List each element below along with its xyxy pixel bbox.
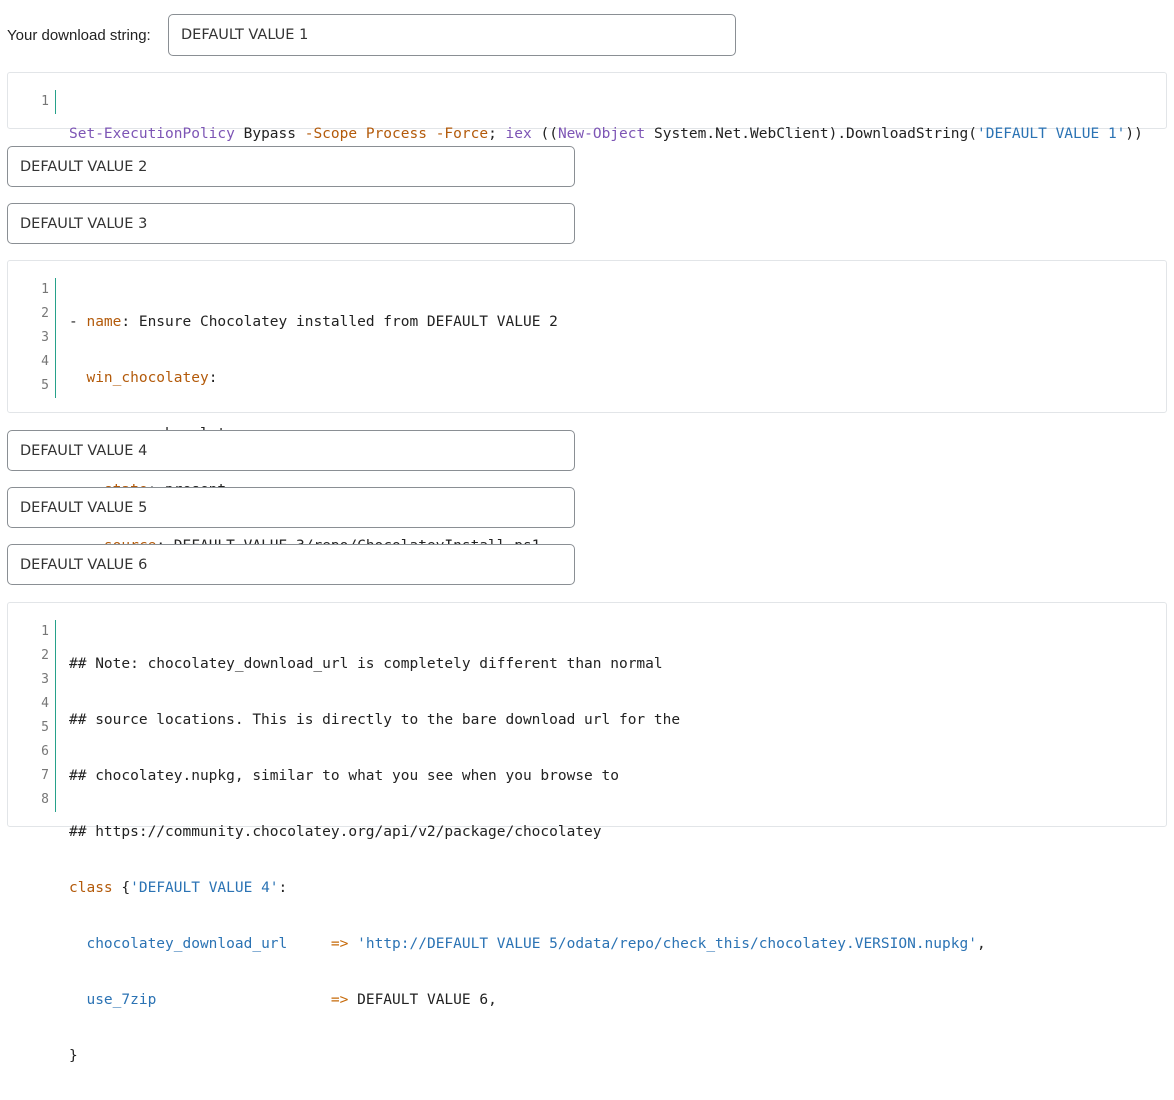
- code-line: - name: Ensure Chocolatey installed from…: [69, 310, 558, 334]
- puppet-code-block: 1 2 3 4 5 6 7 8 ## Note: chocolatey_down…: [7, 602, 1167, 1064]
- line-number: 3: [41, 672, 49, 687]
- powershell-code-block: 1 Set-ExecutionPolicy Bypass -Scope Proc…: [7, 72, 1167, 142]
- value4-input[interactable]: [7, 430, 575, 471]
- download-string-row: Your download string:: [7, 14, 151, 56]
- download-string-input[interactable]: [168, 14, 736, 56]
- code-token: 'http://DEFAULT VALUE 5/odata/repo/check…: [357, 936, 977, 952]
- download-string-label: Your download string:: [7, 26, 151, 44]
- code-token: Process: [365, 126, 427, 142]
- code-token: 'DEFAULT VALUE 4': [130, 880, 279, 896]
- code-token: :: [208, 370, 218, 386]
- line-number: 8: [41, 792, 49, 807]
- code-token: chocolatey_download_url: [86, 936, 288, 952]
- code-token: Set-ExecutionPolicy: [69, 126, 235, 142]
- ansible-code-block: 1 2 3 4 5 - name: Ensure Chocolatey inst…: [7, 260, 1167, 554]
- code-token: =>: [330, 992, 349, 1008]
- code-line: ## source locations. This is directly to…: [69, 708, 986, 732]
- code-line: ## chocolatey.nupkg, similar to what you…: [69, 764, 986, 788]
- code-token: iex: [505, 126, 532, 142]
- code-token: class: [69, 880, 113, 896]
- value3-input[interactable]: [7, 203, 575, 244]
- code-token: ,: [976, 936, 986, 952]
- code-line: ## Note: chocolatey_download_url is comp…: [69, 652, 986, 676]
- code-comment: ## Note: chocolatey_download_url is comp…: [69, 656, 663, 672]
- code-token: New-Object: [557, 126, 646, 142]
- code-token: : Ensure Chocolatey installed from DEFAU…: [121, 314, 558, 330]
- code-token: }: [69, 1048, 78, 1064]
- line-number: 7: [41, 768, 49, 783]
- line-number: 5: [41, 720, 49, 735]
- line-number: 2: [41, 648, 49, 663]
- code-line: use_7zip => DEFAULT VALUE 6,: [69, 988, 986, 1012]
- code-token: Bypass: [234, 126, 305, 142]
- code-token: 'DEFAULT VALUE 1': [977, 126, 1126, 142]
- line-number: 3: [41, 330, 49, 345]
- code-line: win_chocolatey:: [69, 366, 558, 390]
- code-line: chocolatey_download_url => 'http://DEFAU…: [69, 932, 986, 956]
- code-token: -Force: [435, 126, 489, 142]
- code-comment: ## source locations. This is directly to…: [69, 712, 681, 728]
- code-token: DEFAULT VALUE 6,: [348, 992, 497, 1008]
- code-token: name: [86, 314, 122, 330]
- code-token: win_chocolatey: [86, 370, 209, 386]
- line-number: 2: [41, 306, 49, 321]
- code-token: =>: [330, 936, 349, 952]
- line-number: 1: [41, 282, 49, 297]
- code-line: }: [69, 1044, 986, 1068]
- code-line: Set-ExecutionPolicy Bypass -Scope Proces…: [69, 122, 1143, 146]
- value5-input[interactable]: [7, 487, 575, 528]
- code-comment: ## https://community.chocolatey.org/api/…: [69, 824, 602, 840]
- line-number: 4: [41, 696, 49, 711]
- code-token: System.Net.WebClient).DownloadString(: [645, 126, 977, 142]
- code-line: ## https://community.chocolatey.org/api/…: [69, 820, 986, 844]
- code-token: -Scope: [304, 126, 358, 142]
- line-number: 1: [41, 624, 49, 639]
- line-numbers: 1: [8, 90, 56, 114]
- code-comment: ## chocolatey.nupkg, similar to what you…: [69, 768, 619, 784]
- value6-input[interactable]: [7, 544, 575, 585]
- code-token: -: [69, 314, 87, 330]
- code-token: :: [278, 880, 288, 896]
- line-numbers: 1 2 3 4 5 6 7 8: [8, 620, 56, 812]
- line-number: 4: [41, 354, 49, 369]
- code-token: ;: [488, 126, 506, 142]
- code-token: )): [1125, 126, 1143, 142]
- code-lines: ## Note: chocolatey_download_url is comp…: [69, 620, 986, 1100]
- value2-input[interactable]: [7, 146, 575, 187]
- line-number: 1: [41, 94, 49, 109]
- code-line: class {'DEFAULT VALUE 4':: [69, 876, 986, 900]
- line-numbers: 1 2 3 4 5: [8, 278, 56, 398]
- code-token: use_7zip: [86, 992, 157, 1008]
- code-token: ((: [531, 126, 558, 142]
- code-token: {: [112, 880, 131, 896]
- line-number: 6: [41, 744, 49, 759]
- line-number: 5: [41, 378, 49, 393]
